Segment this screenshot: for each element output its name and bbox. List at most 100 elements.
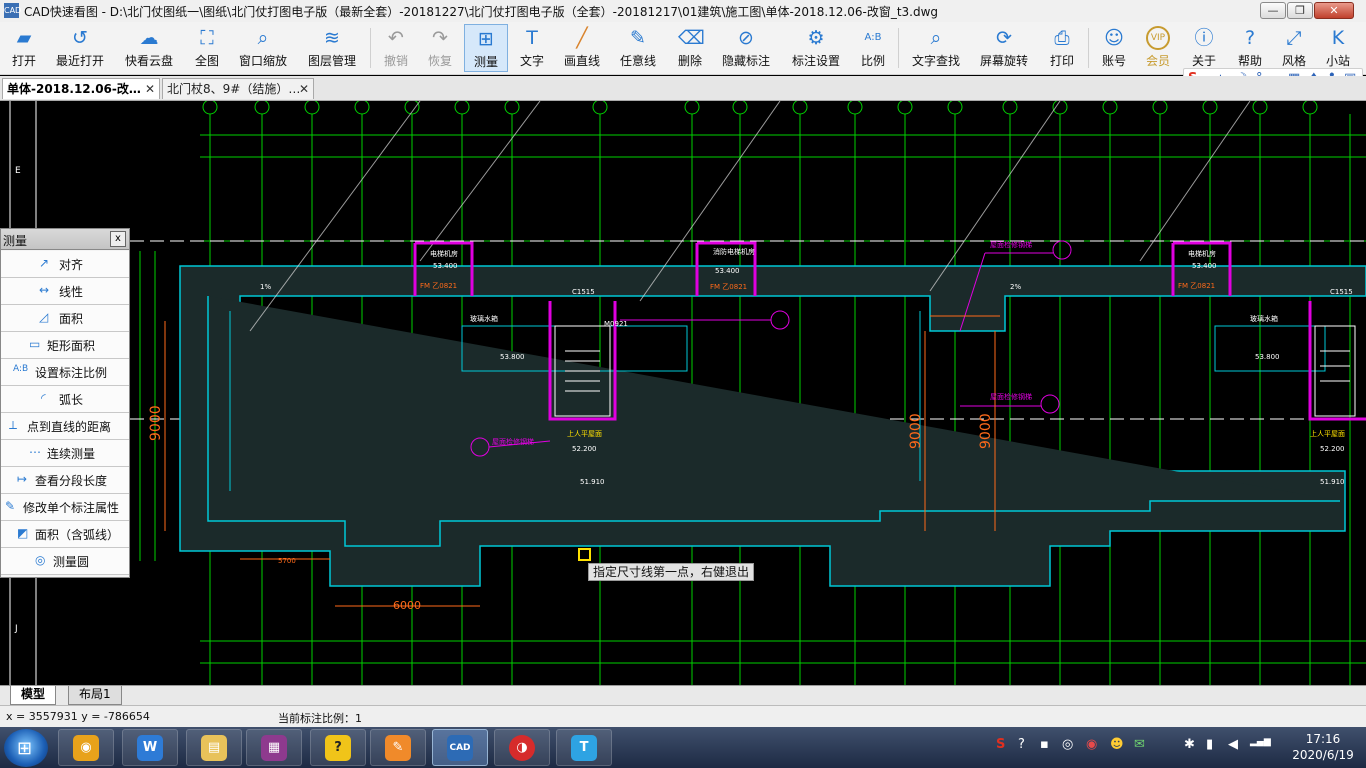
expand-icon: ⤢ [1286, 27, 1302, 49]
sogou-tray-icon[interactable]: S [996, 737, 1005, 752]
taskbar-wps[interactable]: W [122, 729, 178, 766]
close-icon[interactable]: x [110, 231, 126, 247]
measure-align[interactable]: ↗ 对齐 [1, 251, 129, 278]
layers-icon: ≋ [324, 27, 340, 49]
rotate-screen-button[interactable]: ⟳ 屏幕旋转 [976, 24, 1032, 72]
measure-panel-header[interactable]: 测量 x [1, 229, 129, 250]
door-label: FM 乙0821 [710, 283, 747, 291]
measure-button[interactable]: ⊞ 测量 [464, 24, 508, 72]
layout-tabs: 模型 布局1 [0, 685, 1366, 705]
axis-letter-j: J [14, 624, 18, 634]
toolbar-separator [898, 28, 899, 68]
taskbar-cad[interactable]: CAD [432, 729, 488, 766]
elevation-label: 52.200 [572, 445, 597, 453]
tab-layout1[interactable]: 布局1 [68, 686, 122, 705]
measure-point-line[interactable]: ⟂ 点到直线的距离 [1, 413, 129, 440]
style-button[interactable]: ⤢ 风格 [1276, 24, 1312, 72]
info-icon: ⓘ [1194, 27, 1214, 49]
cad-icon: CAD [447, 735, 473, 761]
battery-icon[interactable]: ▮ [1206, 737, 1213, 752]
measure-linear[interactable]: ↔ 线性 [1, 278, 129, 305]
network-icon[interactable]: ▂▄▆ [1250, 737, 1271, 747]
help-tray-icon[interactable]: ? [1018, 737, 1025, 752]
rotate-icon: ⟳ [996, 27, 1012, 49]
qq-tray-icon[interactable]: ☻ [1110, 737, 1124, 752]
door-label: FM 乙0821 [1178, 282, 1215, 290]
print-button[interactable]: ⎙ 打印 [1044, 24, 1080, 72]
folder-icon: ▤ [201, 735, 227, 761]
layer-manager-button[interactable]: ≋ 图层管理 [304, 24, 360, 72]
dimension-5700: 5700 [278, 557, 296, 565]
taskbar-notes[interactable]: ✎ [370, 729, 426, 766]
measure-arc-length[interactable]: ◜ 弧长 [1, 386, 129, 413]
dim-settings-button[interactable]: ⚙ 标注设置 [788, 24, 844, 72]
undo-button[interactable]: ↶ 撤销 [378, 24, 414, 72]
taskbar-explorer[interactable]: ▤ [186, 729, 242, 766]
line-button[interactable]: ╱ 画直线 [560, 24, 604, 72]
member-button[interactable]: VIP 会员 [1140, 24, 1176, 72]
text-button[interactable]: T 文字 [514, 24, 550, 72]
clock[interactable]: 17:16 2020/6/19 [1288, 731, 1358, 763]
measure-set-scale[interactable]: A:B 设置标注比例 [1, 359, 129, 386]
taskbar-help[interactable]: ? [310, 729, 366, 766]
hide-dims-button[interactable]: ⊘ 隐藏标注 [718, 24, 774, 72]
elevation-label: 53.400 [715, 267, 740, 275]
text-search-button[interactable]: ⌕ 文字查找 [908, 24, 964, 72]
dimension-9000: 9000 [148, 405, 164, 441]
window-label: C1515 [572, 288, 595, 296]
drawing-canvas[interactable]: E E J 电梯机房 消防电梯机房 电梯机房 53.400 53.400 53.… [0, 101, 1366, 685]
scale-readout: 当前标注比例：1 [278, 712, 362, 725]
freehand-button[interactable]: ✎ 任意线 [616, 24, 660, 72]
dimension-6000: 6000 [393, 599, 421, 612]
close-button[interactable]: ✕ [1314, 2, 1354, 19]
area-arc-icon: ◩ [17, 526, 29, 540]
tab-model[interactable]: 模型 [10, 686, 57, 705]
elevation-label: 51.910 [580, 478, 605, 486]
tray-icon[interactable]: ◎ [1062, 737, 1073, 752]
wechat-tray-icon[interactable]: ✉ [1134, 737, 1145, 752]
start-button[interactable]: ⊞ [4, 729, 48, 767]
ruler-icon: ⊞ [478, 28, 494, 50]
cloud-button[interactable]: ☁ 快看云盘 [122, 24, 176, 72]
measure-area[interactable]: ◿ 面积 [1, 305, 129, 332]
taskbar-chrome[interactable]: ◉ [58, 729, 114, 766]
taskbar-winrar[interactable]: ▦ [246, 729, 302, 766]
redo-button[interactable]: ↷ 恢复 [422, 24, 458, 72]
recent-button[interactable]: ↺ 最近打开 [54, 24, 106, 72]
bluetooth-icon[interactable]: ✱ [1184, 737, 1195, 752]
erase-button[interactable]: ⌫ 删除 [672, 24, 708, 72]
tab-close-icon[interactable]: ✕ [299, 79, 309, 100]
measure-continuous[interactable]: ⋯ 连续测量 [1, 440, 129, 467]
measure-circle[interactable]: ◎ 测量圆 [1, 548, 129, 575]
taskbar-netease[interactable]: ◑ [494, 729, 550, 766]
ladder-label: 屋面检修钢梯 [990, 392, 1032, 401]
scale-icon: A:B [13, 364, 29, 374]
measure-area-arc[interactable]: ◩ 面积（含弧线） [1, 521, 129, 548]
clock-date: 2020/6/19 [1292, 748, 1354, 762]
perpendicular-icon: ⟂ [9, 418, 18, 432]
volume-icon[interactable]: ◀ [1228, 737, 1238, 752]
eye-slash-icon: ⊘ [738, 27, 754, 49]
open-button[interactable]: ▰ 打开 [4, 24, 44, 72]
measure-segment[interactable]: ↦ 查看分段长度 [1, 467, 129, 494]
tray-icon[interactable]: ▪ [1040, 737, 1049, 752]
tab-structure[interactable]: 北门杖8、9#（结施）… ✕ [162, 78, 314, 99]
tab-close-icon[interactable]: ✕ [145, 79, 155, 100]
about-button[interactable]: ⓘ 关于 [1186, 24, 1222, 72]
full-view-button[interactable]: ⛶ 全图 [188, 24, 226, 72]
measure-edit-dim[interactable]: ✎ 修改单个标注属性 [1, 494, 129, 521]
help-button[interactable]: ? 帮助 [1232, 24, 1268, 72]
netease-tray-icon[interactable]: ◉ [1086, 737, 1097, 752]
scale-button[interactable]: A:B 比例 [856, 24, 890, 72]
minimize-button[interactable]: — [1260, 2, 1286, 19]
account-button[interactable]: ☺ 账号 [1096, 24, 1132, 72]
measure-rect-area[interactable]: ▭ 矩形面积 [1, 332, 129, 359]
slope-label: 1% [260, 283, 271, 291]
maximize-button[interactable]: ❐ [1287, 2, 1313, 19]
taskbar-t-app[interactable]: T [556, 729, 612, 766]
mini-site-button[interactable]: K 小站 [1320, 24, 1356, 72]
window-zoom-button[interactable]: ⌕ 窗口缩放 [236, 24, 290, 72]
elevation-label: 53.400 [1192, 262, 1217, 270]
tab-single-building[interactable]: 单体-2018.12.06-改… ✕ [2, 78, 160, 99]
toolbar-separator [370, 28, 371, 68]
